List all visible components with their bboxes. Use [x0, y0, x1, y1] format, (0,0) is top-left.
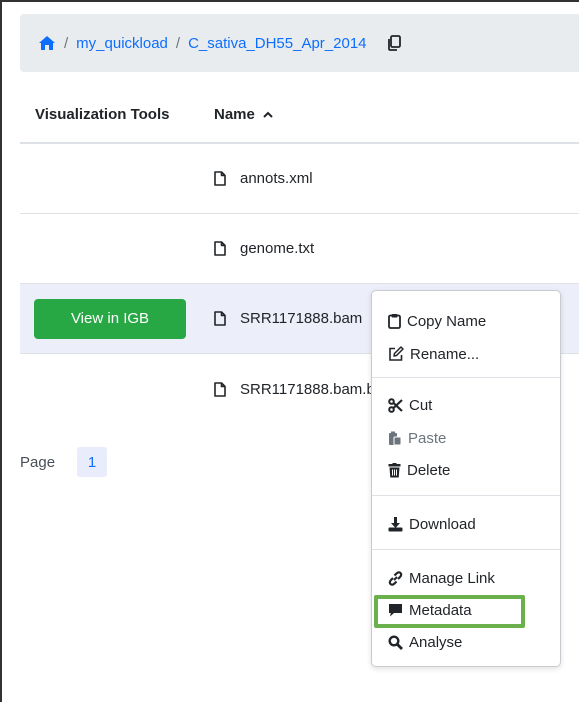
file-icon — [214, 381, 226, 397]
menu-item-delete[interactable]: Delete — [388, 458, 450, 482]
menu-divider — [372, 377, 560, 378]
home-icon[interactable] — [38, 35, 56, 51]
name-cell: SRR1171888.bam.b — [214, 381, 375, 398]
breadcrumb: / my_quickload / C_sativa_DH55_Apr_2014 — [20, 14, 579, 72]
menu-item-manage-link[interactable]: Manage Link — [388, 566, 495, 590]
menu-divider — [372, 549, 560, 550]
breadcrumb-separator: / — [175, 34, 181, 52]
table-row[interactable]: genome.txt — [20, 214, 579, 284]
tools-cell: View in IGB — [20, 298, 214, 339]
download-icon — [388, 516, 403, 532]
file-icon — [214, 311, 226, 326]
menu-item-label: Download — [409, 515, 476, 533]
column-header-tools: Visualization Tools — [35, 105, 170, 123]
copy-path-icon[interactable] — [387, 35, 401, 51]
file-name[interactable]: annots.xml — [240, 170, 313, 187]
trash-icon — [388, 462, 401, 478]
pagination: Page 1 — [20, 447, 108, 477]
menu-item-cut[interactable]: Cut — [388, 393, 432, 417]
menu-item-download[interactable]: Download — [388, 512, 476, 536]
page-button-1[interactable]: 1 — [77, 447, 108, 477]
menu-item-label: Copy Name — [407, 312, 487, 330]
table-row[interactable]: annots.xml — [20, 144, 579, 214]
name-cell: annots.xml — [214, 170, 313, 187]
paste-icon — [388, 431, 402, 446]
scissors-icon — [388, 397, 403, 413]
breadcrumb-item-my-quickload[interactable]: my_quickload — [76, 35, 168, 52]
context-menu: Copy Name Rename... Cut Paste Delete Dow… — [371, 290, 561, 667]
name-cell: SRR1171888.bam — [214, 310, 362, 327]
clipboard-icon — [388, 313, 401, 329]
menu-item-label: Analyse — [409, 633, 463, 651]
menu-item-label: Paste — [408, 429, 447, 447]
menu-item-rename[interactable]: Rename... — [388, 342, 479, 366]
view-in-igb-button[interactable]: View in IGB — [34, 298, 186, 339]
menu-item-paste[interactable]: Paste — [388, 426, 446, 450]
edit-icon — [388, 346, 404, 362]
sort-ascending-icon[interactable] — [263, 111, 273, 118]
page-label: Page — [20, 453, 56, 471]
comment-icon — [388, 603, 403, 618]
menu-item-label: Metadata — [409, 601, 472, 619]
file-name[interactable]: SRR1171888.bam.b — [240, 381, 375, 398]
link-icon — [388, 570, 403, 586]
file-icon — [214, 241, 226, 256]
breadcrumb-item-current-folder[interactable]: C_sativa_DH55_Apr_2014 — [188, 35, 366, 52]
file-name[interactable]: genome.txt — [240, 240, 314, 257]
menu-item-label: Cut — [409, 396, 433, 414]
menu-item-copy-name[interactable]: Copy Name — [388, 309, 486, 333]
menu-item-analyse[interactable]: Analyse — [388, 630, 462, 654]
breadcrumb-separator: / — [64, 34, 69, 52]
menu-item-label: Delete — [407, 461, 451, 479]
table-header: Visualization Tools Name — [20, 86, 579, 144]
name-cell: genome.txt — [214, 240, 314, 257]
menu-item-label: Manage Link — [409, 569, 495, 587]
file-icon — [214, 171, 226, 186]
magnifier-icon — [388, 634, 403, 650]
file-name[interactable]: SRR1171888.bam — [240, 310, 362, 327]
menu-item-label: Rename... — [410, 345, 480, 363]
column-header-name-label: Name — [214, 105, 255, 123]
menu-divider — [372, 495, 560, 496]
column-header-name[interactable]: Name — [214, 106, 273, 123]
menu-item-metadata[interactable]: Metadata — [388, 598, 472, 622]
